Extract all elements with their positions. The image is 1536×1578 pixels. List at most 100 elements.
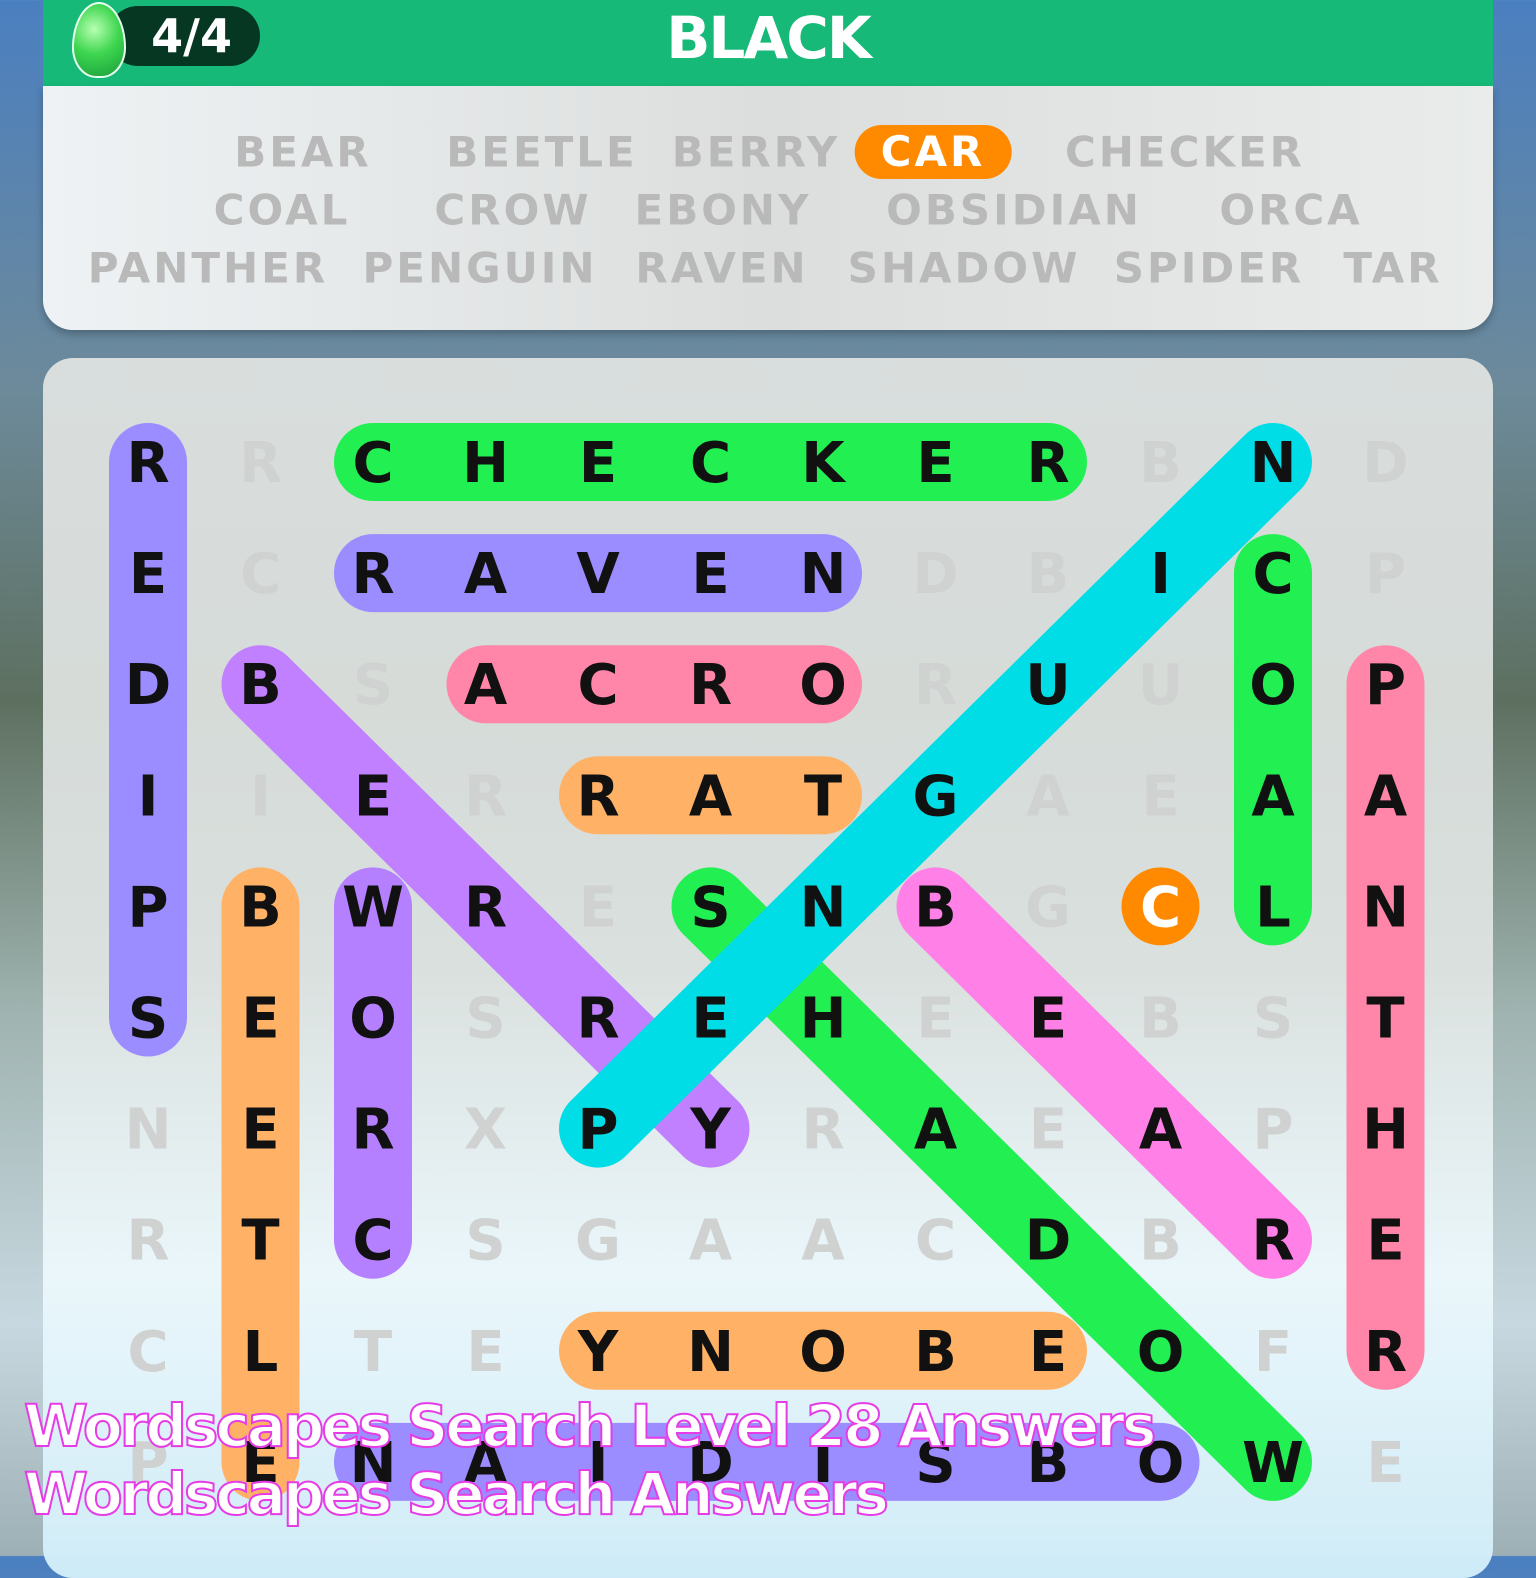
grid-cell[interactable]: R — [464, 764, 507, 829]
grid-cell[interactable]: R — [576, 987, 619, 1052]
grid-cell[interactable]: R — [1026, 431, 1069, 496]
grid-cell[interactable]: C — [240, 542, 281, 607]
grid-cell[interactable]: S — [128, 987, 168, 1052]
grid-cell[interactable]: N — [800, 542, 847, 607]
grid-cell[interactable]: E — [916, 431, 954, 496]
grid-cell[interactable]: O — [799, 1320, 847, 1385]
grid-cell[interactable]: R — [126, 431, 169, 496]
grid-cell[interactable]: P — [1365, 542, 1406, 607]
grid-cell[interactable]: E — [1029, 1098, 1067, 1163]
grid-cell[interactable]: R — [239, 431, 282, 496]
grid-cell[interactable]: S — [690, 875, 730, 940]
grid-cell[interactable]: V — [576, 542, 620, 607]
grid-cell[interactable]: O — [1137, 1320, 1185, 1385]
grid-cell[interactable]: R — [351, 1098, 394, 1163]
grid-cell[interactable]: S — [1253, 987, 1293, 1052]
grid-cell[interactable]: C — [352, 431, 393, 496]
grid-cell[interactable]: D — [912, 542, 958, 607]
grid-cell[interactable]: S — [465, 1209, 505, 1274]
grid-cell[interactable]: C — [1140, 875, 1181, 940]
grid-cell[interactable]: R — [351, 542, 394, 607]
grid-cell[interactable]: A — [1026, 764, 1070, 829]
grid-cell[interactable]: E — [1029, 1320, 1067, 1385]
grid-cell[interactable]: E — [691, 987, 729, 1052]
grid-cell[interactable]: C — [127, 1320, 168, 1385]
grid-cell[interactable]: A — [464, 542, 508, 607]
grid-cell[interactable]: E — [1366, 1431, 1404, 1496]
grid-cell[interactable]: I — [1150, 542, 1171, 607]
grid-cell[interactable]: E — [241, 1098, 279, 1163]
grid-cell[interactable]: E — [579, 431, 617, 496]
grid-cell[interactable]: R — [801, 1098, 844, 1163]
grid-cell[interactable]: N — [687, 1320, 734, 1385]
grid-cell[interactable]: E — [129, 542, 167, 607]
grid-cell[interactable]: R — [576, 764, 619, 829]
grid-cell[interactable]: B — [914, 1320, 957, 1385]
grid-cell[interactable]: A — [1364, 764, 1408, 829]
grid-cell[interactable]: W — [1242, 1431, 1304, 1496]
grid-cell[interactable]: H — [800, 987, 847, 1052]
grid-cell[interactable]: L — [1255, 875, 1291, 940]
grid-cell[interactable]: S — [353, 653, 393, 718]
grid-cell[interactable]: A — [689, 764, 733, 829]
grid-cell[interactable]: A — [689, 1209, 733, 1274]
grid-cell[interactable]: C — [915, 1209, 956, 1274]
grid-cell[interactable]: L — [243, 1320, 279, 1385]
grid-cell[interactable]: E — [1029, 987, 1067, 1052]
grid-cell[interactable]: X — [464, 1098, 507, 1163]
grid-cell[interactable]: R — [1251, 1209, 1294, 1274]
grid-cell[interactable]: R — [1364, 1320, 1407, 1385]
grid-cell[interactable]: C — [577, 653, 618, 718]
grid-cell[interactable]: I — [250, 764, 271, 829]
grid-cell[interactable]: G — [1025, 875, 1071, 940]
grid-cell[interactable]: N — [125, 1098, 172, 1163]
grid-cell[interactable]: O — [1249, 653, 1297, 718]
grid-cell[interactable]: E — [1141, 764, 1179, 829]
grid-cell[interactable]: B — [239, 875, 282, 940]
grid-cell[interactable]: H — [1362, 1098, 1409, 1163]
grid-cell[interactable]: G — [913, 764, 959, 829]
grid-cell[interactable]: A — [1251, 764, 1295, 829]
grid-cell[interactable]: B — [1139, 1209, 1182, 1274]
grid-cell[interactable]: C — [352, 1209, 393, 1274]
grid-cell[interactable]: T — [1366, 987, 1404, 1052]
grid-cell[interactable]: B — [914, 875, 957, 940]
grid-cell[interactable]: W — [342, 875, 404, 940]
grid-cell[interactable]: E — [579, 875, 617, 940]
grid-cell[interactable]: T — [804, 764, 842, 829]
grid-cell[interactable]: B — [1139, 431, 1182, 496]
grid-cell[interactable]: G — [575, 1209, 621, 1274]
grid-cell[interactable]: Y — [689, 1098, 732, 1163]
grid-cell[interactable]: C — [1252, 542, 1293, 607]
grid-cell[interactable]: A — [914, 1098, 958, 1163]
grid-cell[interactable]: R — [689, 653, 732, 718]
grid-cell[interactable]: P — [577, 1098, 618, 1163]
grid-cell[interactable]: E — [916, 987, 954, 1052]
grid-cell[interactable]: B — [1027, 542, 1070, 607]
grid-cell[interactable]: C — [690, 431, 731, 496]
grid-cell[interactable]: R — [464, 875, 507, 940]
grid-cell[interactable]: H — [462, 431, 509, 496]
grid-cell[interactable]: S — [465, 987, 505, 1052]
grid-cell[interactable]: E — [241, 987, 279, 1052]
grid-cell[interactable]: N — [1250, 431, 1297, 496]
grid-cell[interactable]: E — [691, 542, 729, 607]
grid-cell[interactable]: N — [1362, 875, 1409, 940]
grid-cell[interactable]: P — [127, 875, 168, 940]
grid-cell[interactable]: B — [1139, 987, 1182, 1052]
grid-cell[interactable]: O — [799, 653, 847, 718]
grid-cell[interactable]: P — [1252, 1098, 1293, 1163]
grid-cell[interactable]: A — [801, 1209, 845, 1274]
grid-cell[interactable]: E — [1366, 1209, 1404, 1274]
grid-cell[interactable]: T — [241, 1209, 279, 1274]
grid-cell[interactable]: T — [354, 1320, 392, 1385]
grid-cell[interactable]: U — [1025, 653, 1070, 718]
grid-cell[interactable]: D — [1362, 431, 1408, 496]
grid-cell[interactable]: E — [466, 1320, 504, 1385]
grid-cell[interactable]: A — [464, 653, 508, 718]
grid-cell[interactable]: A — [1139, 1098, 1183, 1163]
grid-cell[interactable]: P — [1365, 653, 1406, 718]
grid-cell[interactable]: D — [1025, 1209, 1071, 1274]
grid-cell[interactable]: I — [138, 764, 159, 829]
grid-cell[interactable]: E — [354, 764, 392, 829]
